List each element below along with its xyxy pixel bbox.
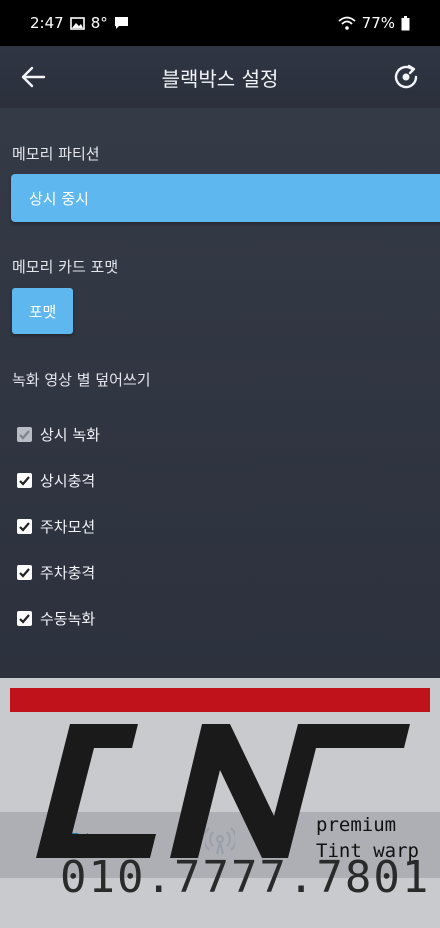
checkbox-label: 상시 녹화 xyxy=(40,426,100,444)
checkbox-label: 주차모션 xyxy=(40,518,96,536)
checkbox-icon[interactable] xyxy=(17,427,32,442)
status-bar: 2:47 8° 77% xyxy=(0,0,440,46)
checkbox-row-parking-motion[interactable]: 주차모션 xyxy=(17,516,95,537)
message-icon xyxy=(114,17,128,29)
checkbox-label: 주차충격 xyxy=(40,564,96,582)
watermark-overlay: premium Tint warp 010.7777.7801 xyxy=(0,678,440,928)
checkbox-label: 수동녹화 xyxy=(40,610,96,628)
settings-content: 메모리 파티션 상시 중시 메모리 카드 포맷 포맷 녹화 영상 별 덮어쓰기 … xyxy=(0,108,440,678)
overwrite-label: 녹화 영상 별 덮어쓰기 xyxy=(12,371,151,389)
battery-icon xyxy=(401,15,410,30)
memory-partition-value: 상시 중시 xyxy=(29,189,89,208)
gallery-icon xyxy=(69,16,85,30)
brand-line-1: premium xyxy=(316,814,397,836)
app-bar: 블랙박스 설정 xyxy=(0,46,440,108)
checkbox-icon[interactable] xyxy=(17,611,32,626)
checkbox-icon[interactable] xyxy=(17,473,32,488)
memory-partition-select[interactable]: 상시 중시 xyxy=(11,174,440,222)
checkbox-row-continuous-impact[interactable]: 상시충격 xyxy=(17,470,95,491)
checkbox-label: 상시충격 xyxy=(40,472,96,490)
status-right: 77% xyxy=(338,14,410,32)
memory-partition-label: 메모리 파티션 xyxy=(12,145,100,163)
phone-number: 010.7777.7801 xyxy=(60,852,431,903)
status-temp: 8° xyxy=(90,14,108,32)
memory-card-label: 메모리 카드 포맷 xyxy=(12,258,119,276)
back-arrow-icon[interactable] xyxy=(18,62,48,92)
status-left: 2:47 8° xyxy=(30,14,129,32)
reset-icon[interactable] xyxy=(390,61,422,93)
checkbox-row-parking-impact[interactable]: 주차충격 xyxy=(17,562,95,583)
logo-red-bar xyxy=(10,688,430,712)
checkbox-row-continuous[interactable]: 상시 녹화 xyxy=(17,424,100,445)
checkbox-icon[interactable] xyxy=(17,565,32,580)
checkbox-icon[interactable] xyxy=(17,519,32,534)
status-time: 2:47 xyxy=(30,14,64,32)
format-button[interactable]: 포맷 xyxy=(12,288,73,334)
checkbox-row-manual[interactable]: 수동녹화 xyxy=(17,608,95,629)
battery-percent: 77% xyxy=(361,14,395,32)
page-title: 블랙박스 설정 xyxy=(161,66,279,91)
wifi-icon xyxy=(338,16,356,30)
